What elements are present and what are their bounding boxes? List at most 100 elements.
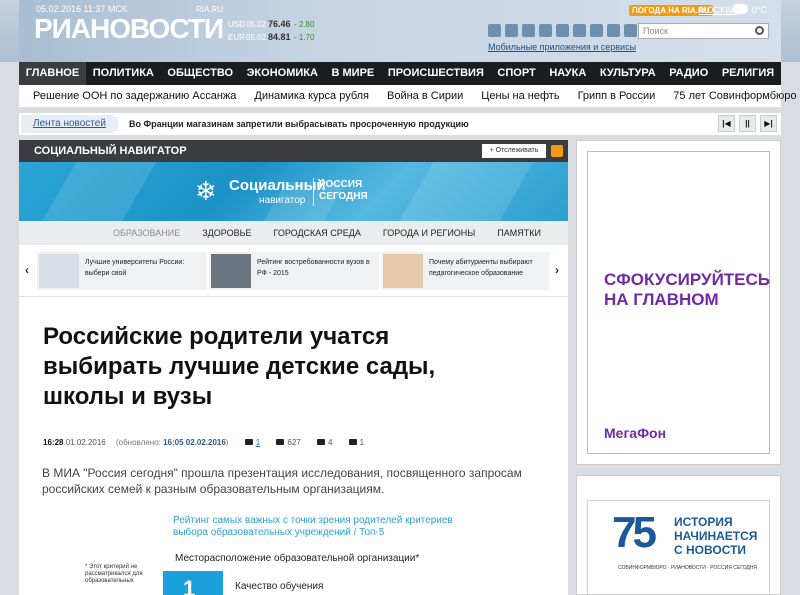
news-feed-link[interactable]: Лента новостей [21,115,119,133]
hot-topics-nav: Решение ООН по задержанию Ассанжа Динами… [19,85,797,108]
article-infographic: Рейтинг самых важных с точки зрения роди… [83,512,468,595]
tab-health[interactable]: ЗДОРОВЬЕ [202,221,251,245]
share-icon[interactable] [348,439,357,445]
snowflake-icon: ❄ [195,176,217,206]
carousel-card[interactable]: Лучшие университеты России: выбери свой [37,252,207,290]
social-navigator-logo: ❄ Социальный навигатор РОССИЯ СЕГОДНЯ [195,176,368,206]
topic-link[interactable]: Грипп в России [578,85,656,107]
tab-urban[interactable]: ГОРОДСКАЯ СРЕДА [273,221,360,245]
comments-count[interactable]: 1 [256,438,260,447]
chevron-right-icon[interactable]: › [555,263,559,277]
section-title[interactable]: СОЦИАЛЬНЫЙ НАВИГАТОР [34,140,187,162]
tab-regions[interactable]: ГОРОДА И РЕГИОНЫ [383,221,475,245]
news-ticker: Лента новостей Во Франции магазинам запр… [19,113,781,135]
history-ad[interactable]: 75 ИСТОРИЯ НАЧИНАЕТСЯ С НОВОСТИ СОВИНФОР… [576,475,781,595]
youtube-icon[interactable] [624,24,637,37]
ad-text: ИСТОРИЯ НАЧИНАЕТСЯ С НОВОСТИ [674,515,758,557]
eye-icon [276,439,285,445]
nav-item-politics[interactable]: ПОЛИТИКА [86,62,161,85]
pause-icon[interactable]: || [739,115,756,132]
tab-education[interactable]: ОБРАЗОВАНИЕ [113,221,180,245]
livejournal-icon[interactable] [556,24,569,37]
tab-memos[interactable]: ПАМЯТКИ [497,221,541,245]
nav-item-science[interactable]: НАУКА [543,62,594,85]
infographic-rank: 1 [183,576,196,595]
search-input[interactable]: Поиск [638,23,769,39]
card-thumbnail [211,254,251,288]
views-count: 627 [287,438,301,447]
mail-icon[interactable] [590,24,603,37]
topic-link[interactable]: Цены на нефть [481,85,559,107]
section-banner[interactable]: ❄ Социальный навигатор РОССИЯ СЕГОДНЯ [19,162,568,221]
card-thumbnail [39,254,79,288]
nav-item-incidents[interactable]: ПРОИСШЕСТВИЯ [381,62,491,85]
comment-icon[interactable] [244,439,253,445]
ad-slogan: СФОКУСИРУЙТЕСЬ НА ГЛАВНОМ [604,270,771,309]
related-carousel: ‹ Лучшие университеты России: выбери сво… [19,245,568,297]
updated-info: (обновлено: 16:05 02.02.2016) [115,438,229,447]
nav-item-religion[interactable]: РЕЛИГИЯ [715,62,781,85]
rate-eur: EUR05.02 84.81- 1.70 [228,32,315,42]
instagram-icon[interactable] [607,24,620,37]
banner-divider [313,178,314,206]
topic-link[interactable]: Решение ООН по задержанию Ассанжа [33,85,236,107]
cloud-icon [732,4,748,14]
vk-icon[interactable] [522,24,535,37]
ad-logos: СОВИНФОРМБЮРО · РИАНОВОСТИ · РОССИЯ СЕГО… [618,565,758,571]
twitter-icon[interactable] [539,24,552,37]
megafon-ad[interactable]: СФОКУСИРУЙТЕСЬ НА ГЛАВНОМ МегаФон [576,140,781,465]
nav-item-economy[interactable]: ЭКОНОМИКА [240,62,325,85]
topic-link[interactable]: 75 лет Совинформбюро [673,85,796,107]
shares-count: 1 [359,438,365,447]
ad-number: 75 [612,508,657,557]
ticker-headline[interactable]: Во Франции магазинам запретили выбрасыва… [129,113,469,135]
like-icon[interactable] [316,439,325,445]
nav-item-culture[interactable]: КУЛЬТУРА [593,62,662,85]
facebook-icon[interactable] [505,24,518,37]
likes-count: 4 [327,438,333,447]
ticker-controls: |◀ || ▶| [718,115,777,132]
googleplus-icon[interactable] [573,24,586,37]
currency-rates[interactable]: USD05.02 76.46- 2.80 EUR05.02 84.81- 1.70 [228,18,314,44]
infographic-note: * Этот критерий не рассматривался для об… [85,564,143,584]
site-logo[interactable]: РИАНОВОСТИ [34,13,224,45]
article-headline: Российские родители учатся выбирать лучш… [43,323,436,410]
nav-item-society[interactable]: ОБЩЕСТВО [161,62,240,85]
site-header: 05.02.2016 11:37 МСК РИАНОВОСТИ RIA.RU U… [0,0,800,62]
chevron-left-icon[interactable]: ‹ [25,263,29,277]
infographic-item: Качество обучения [235,581,324,592]
carousel-card[interactable]: Рейтинг востребованности вузов в РФ - 20… [209,252,379,290]
site-domain: RIA.RU [196,5,224,14]
topic-link[interactable]: Война в Сирии [387,85,463,107]
nav-item-sport[interactable]: СПОРТ [491,62,543,85]
prev-icon[interactable]: |◀ [718,115,735,132]
follow-button[interactable]: + Отслеживать [482,144,546,158]
article-meta: 16:28 01.02.2016 (обновлено: 16:05 02.02… [43,438,364,447]
nav-item-main[interactable]: ГЛАВНОЕ [19,62,86,85]
rate-usd: USD05.02 76.46- 2.80 [228,19,315,29]
article-lead: В МИА "Россия сегодня" прошла презентаци… [42,466,522,496]
mobile-apps-link[interactable]: Мобильные приложения и сервисы [488,42,636,52]
section-header: СОЦИАЛЬНЫЙ НАВИГАТОР + Отслеживать [19,140,568,162]
rss-icon[interactable] [488,24,501,37]
ad-frame: СФОКУСИРУЙТЕСЬ НА ГЛАВНОМ МегаФон [587,151,770,454]
next-icon[interactable]: ▶| [760,115,777,132]
infographic-subtitle: Месторасположение образовательной органи… [175,553,420,564]
main-nav: ГЛАВНОЕ ПОЛИТИКА ОБЩЕСТВО ЭКОНОМИКА В МИ… [19,62,781,85]
publish-time: 16:28 [43,438,64,447]
rss-icon[interactable] [551,145,563,157]
nav-item-radio[interactable]: РАДИО [662,62,715,85]
nav-item-world[interactable]: В МИРЕ [325,62,381,85]
topic-link[interactable]: Динамика курса рубля [254,85,369,107]
megafon-logo: МегаФон [604,425,667,441]
infographic-title: Рейтинг самых важных с точки зрения роди… [173,515,453,538]
temperature: 0°С [752,5,768,15]
banner-shape [393,162,545,221]
ad-frame: 75 ИСТОРИЯ НАЧИНАЕТСЯ С НОВОСТИ СОВИНФОР… [587,500,770,594]
banner-shape [35,162,163,221]
social-icons [488,24,654,37]
carousel-card[interactable]: Почему абитуриенты выбирают педагогическ… [381,252,549,290]
search-icon[interactable] [755,26,764,35]
card-thumbnail [383,254,423,288]
publish-date: 01.02.2016 [65,438,106,447]
